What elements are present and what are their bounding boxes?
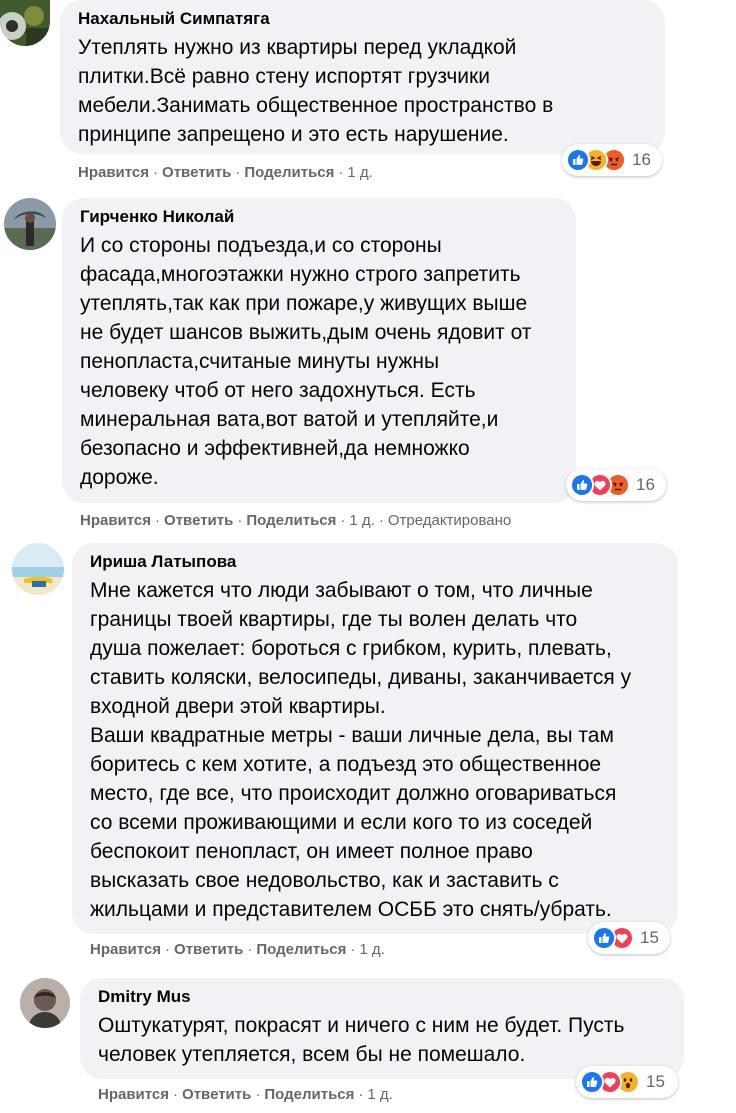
reply-link[interactable]: Ответить (182, 1086, 251, 1103)
separator: · (378, 512, 384, 529)
separator: · (235, 164, 241, 181)
comment-actions: Нравится · Ответить · Поделиться · 1 д. (90, 940, 385, 960)
comment-bubble: Ириша Латыпова Мне кажется что люди забы… (72, 543, 678, 934)
reaction-count: 16 (632, 150, 651, 169)
avatar-photo-icon (0, 0, 50, 46)
comment-bubble: Гирченко Николай И со стороны подъезда,и… (62, 198, 576, 503)
avatar-photo-icon (20, 978, 70, 1028)
reaction-count: 15 (646, 1072, 665, 1091)
avatar[interactable] (4, 198, 56, 250)
comment-bubble: Нахальный Симпатяга Утеплять нужно из кв… (60, 0, 665, 154)
edited-label[interactable]: Отредактировано (388, 512, 511, 529)
comment-actions: Нравится · Ответить · Поделиться · 1 д. (78, 163, 373, 183)
reactions-summary[interactable]: 15 (588, 922, 670, 954)
timestamp[interactable]: 1 д. (347, 164, 372, 181)
timestamp[interactable]: 1 д. (359, 941, 384, 958)
comment-actions: Нравится · Ответить · Поделиться · 1 д. · Отреда… (80, 511, 511, 531)
avatar-photo-icon (4, 198, 56, 250)
like-link[interactable]: Нравится (78, 164, 149, 181)
separator: · (350, 941, 356, 958)
like-reaction-icon (592, 926, 616, 950)
comment-actions: Нравится · Ответить · Поделиться · 1 д. (98, 1085, 393, 1105)
like-reaction-icon (570, 473, 594, 497)
avatar[interactable] (0, 0, 50, 46)
comment-author[interactable]: Dmitry Mus (98, 986, 191, 1008)
reply-link[interactable]: Ответить (164, 512, 233, 529)
separator: · (173, 1086, 179, 1103)
avatar[interactable] (20, 978, 70, 1028)
comment-author[interactable]: Ириша Латыпова (90, 551, 236, 573)
comment-bubble: Dmitry Mus Оштукатурят, покрасят и ничег… (80, 978, 684, 1079)
reaction-count: 16 (636, 475, 655, 494)
reactions-summary[interactable]: 16 (566, 469, 666, 501)
comment-author[interactable]: Гирченко Николай (80, 206, 234, 228)
separator: · (165, 941, 171, 958)
avatar[interactable] (12, 543, 64, 595)
comment-author[interactable]: Нахальный Симпатяга (78, 8, 270, 30)
separator: · (358, 1086, 364, 1103)
separator: · (155, 512, 161, 529)
separator: · (340, 512, 346, 529)
reactions-summary[interactable]: 15 (576, 1066, 678, 1098)
share-link[interactable]: Поделиться (256, 941, 346, 958)
avatar-photo-icon (12, 543, 64, 595)
comment-text: Мне кажется что люди забывают о том, что… (90, 579, 632, 921)
like-reaction-icon (580, 1070, 604, 1094)
separator: · (153, 164, 159, 181)
comment-text: И со стороны подъезда,и со стороны фасад… (80, 234, 532, 489)
separator: · (237, 512, 243, 529)
comment-text: Оштукатурят, покрасят и ничего с ним не … (98, 1014, 625, 1066)
reaction-count: 15 (640, 928, 659, 947)
comment-text: Утеплять нужно из квартиры перед укладко… (78, 36, 554, 146)
timestamp[interactable]: 1 д. (367, 1086, 392, 1103)
separator: · (247, 941, 253, 958)
separator: · (338, 164, 344, 181)
reactions-summary[interactable]: 16 (562, 144, 662, 176)
like-link[interactable]: Нравится (90, 941, 161, 958)
timestamp[interactable]: 1 д. (349, 512, 374, 529)
share-link[interactable]: Поделиться (264, 1086, 354, 1103)
like-reaction-icon (566, 148, 590, 172)
like-link[interactable]: Нравится (80, 512, 151, 529)
reply-link[interactable]: Ответить (162, 164, 231, 181)
like-link[interactable]: Нравится (98, 1086, 169, 1103)
separator: · (255, 1086, 261, 1103)
share-link[interactable]: Поделиться (244, 164, 334, 181)
share-link[interactable]: Поделиться (246, 512, 336, 529)
reply-link[interactable]: Ответить (174, 941, 243, 958)
